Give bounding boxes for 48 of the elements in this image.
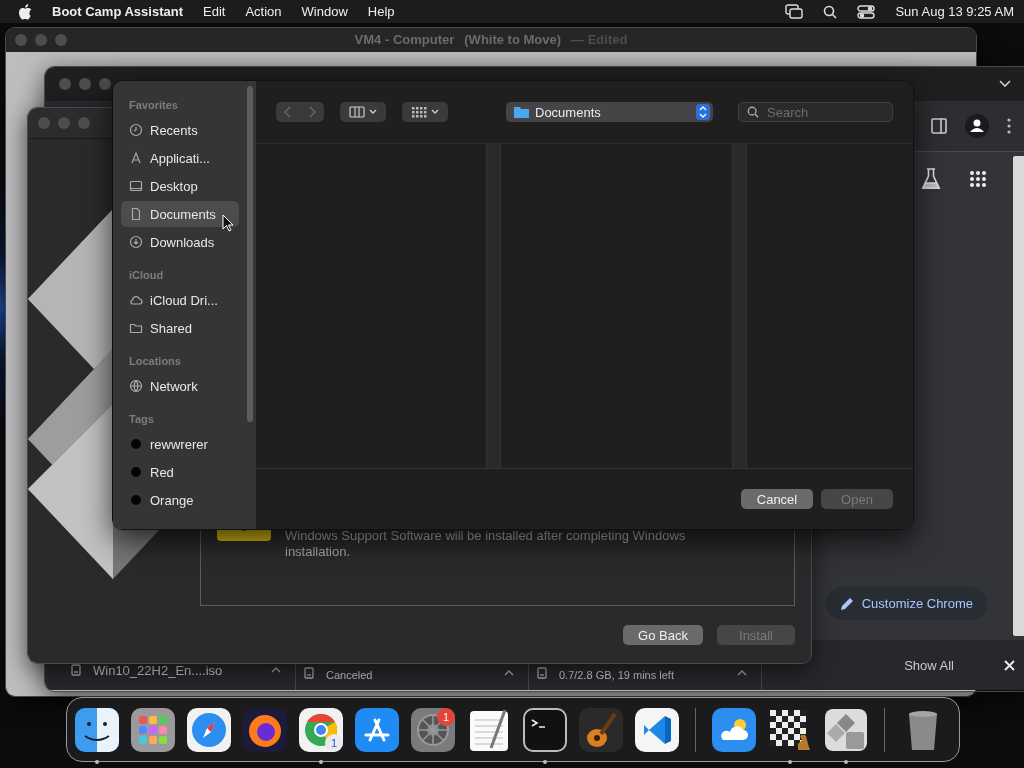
sidebar-label: Shared xyxy=(150,320,192,336)
sidebar-label: Red xyxy=(150,464,174,480)
sidebar-label: Applicati... xyxy=(150,150,210,166)
sidebar-heading: Locations xyxy=(128,354,182,369)
sidebar-label: Network xyxy=(150,378,198,394)
dock-item[interactable]: 1 xyxy=(411,707,455,752)
window-subtitle: (White to Move) xyxy=(464,32,562,47)
download-item[interactable]: Canceled xyxy=(326,669,492,681)
sidebar-label: rewwrerer xyxy=(150,436,208,452)
download-item[interactable]: Win10_22H2_En....iso xyxy=(93,663,259,678)
download-item[interactable]: 0.7/2.8 GB, 19 mins left xyxy=(559,669,725,681)
sidebar-item[interactable]: rewwrerer xyxy=(121,431,239,457)
notification-badge: 1 xyxy=(437,707,455,726)
sidebar-label: iCloud Dri... xyxy=(150,292,218,308)
sidebar-label: Recents xyxy=(150,122,198,138)
dialog-button[interactable]: Cancel xyxy=(741,489,813,509)
app-menu[interactable]: Boot Camp Assistant xyxy=(52,4,183,19)
info-message: Windows Support Software will be installed after completing Windows installation. xyxy=(285,528,687,560)
sidebar-item[interactable]: Network xyxy=(121,373,239,399)
sidebar-label: Orange xyxy=(150,492,194,508)
search-input[interactable]: Search xyxy=(765,103,884,121)
window-title: VM4 - Computer xyxy=(354,32,455,47)
sidebar-label: Downloads xyxy=(150,234,215,250)
dialog-button[interactable]: Go Back xyxy=(623,625,703,645)
sidebar-item[interactable]: Desktop xyxy=(121,173,239,199)
sidebar-item[interactable]: iCloud Dri... xyxy=(121,287,239,313)
show-all-button[interactable]: Show All xyxy=(898,656,960,674)
menu-item[interactable]: Edit xyxy=(203,4,226,19)
sidebar-item[interactable]: Orange xyxy=(121,487,239,513)
sidebar-heading: Favorites xyxy=(128,98,179,113)
sidebar-heading: Tags xyxy=(128,412,155,427)
menu-clock[interactable]: Sun Aug 13 9:25 AM xyxy=(895,4,1014,19)
sidebar-heading: iCloud xyxy=(128,268,165,283)
customize-chrome-button[interactable]: Customize Chrome xyxy=(825,587,987,620)
menu-item[interactable]: Action xyxy=(245,4,282,19)
sidebar-label: Desktop xyxy=(150,178,198,194)
search-field[interactable]: Search xyxy=(738,102,893,122)
sidebar-item[interactable]: Recents xyxy=(121,117,239,143)
sidebar-item[interactable]: Documents xyxy=(121,201,239,227)
location-dropdown[interactable]: Documents xyxy=(506,102,713,122)
menu-item[interactable]: Window xyxy=(301,4,348,19)
dock-item[interactable]: 1 xyxy=(299,707,343,752)
sidebar-item[interactable]: Red xyxy=(121,459,239,485)
menu-item[interactable]: Help xyxy=(367,4,395,19)
sidebar-item[interactable]: Downloads xyxy=(121,229,239,255)
sidebar-label: Documents xyxy=(150,206,216,222)
sidebar-item[interactable]: Shared xyxy=(121,315,239,341)
sidebar-item[interactable]: Applicati... xyxy=(121,145,239,171)
